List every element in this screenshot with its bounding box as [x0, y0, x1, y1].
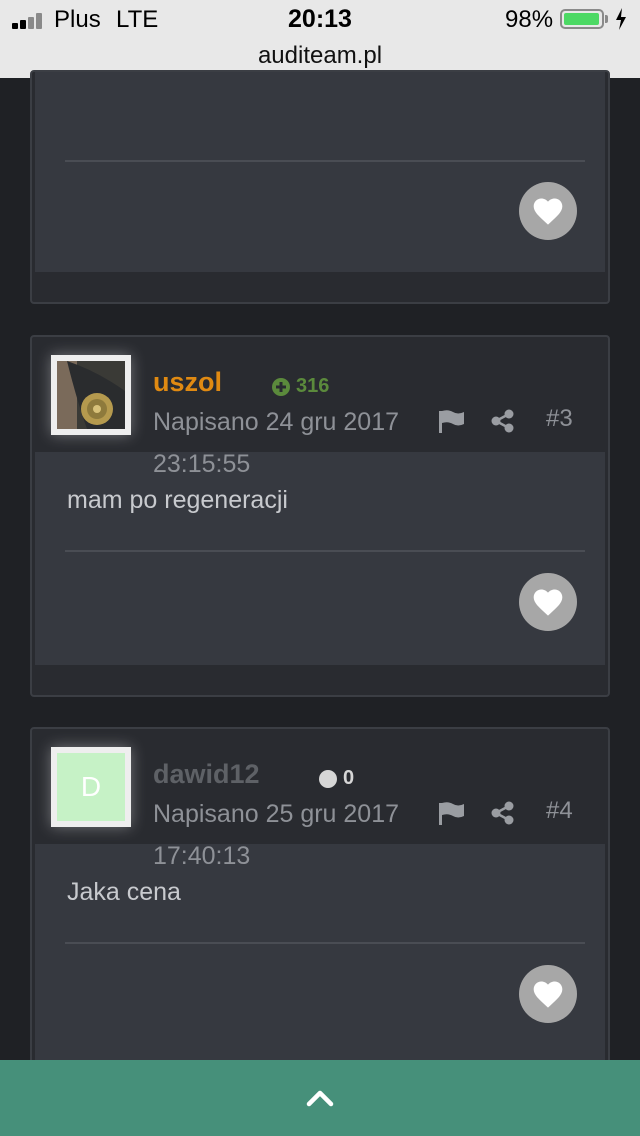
reputation-count: 316	[296, 375, 330, 397]
battery-tip	[605, 15, 608, 23]
charging-icon	[616, 8, 626, 30]
avatar-letter-box: D	[57, 753, 125, 821]
post-date: Napisano 24 gru 2017 23:15:55	[153, 401, 423, 485]
username[interactable]: dawid12	[153, 759, 260, 790]
reputation: 0	[319, 767, 354, 790]
status-bar: Plus LTE 20:13 98% auditeam.pl	[0, 0, 640, 78]
heart-icon	[533, 589, 563, 616]
battery-icon	[560, 9, 604, 29]
post-date-line1: Napisano 25 gru 2017	[153, 800, 400, 828]
post-content: mam po regeneracji	[67, 486, 288, 514]
post-body	[35, 72, 605, 272]
post-number[interactable]: #3	[546, 405, 573, 433]
post-content: Jaka cena	[67, 878, 181, 906]
flag-icon[interactable]	[438, 801, 466, 825]
username[interactable]: uszol	[153, 367, 222, 398]
post-date-line2: 17:40:13	[153, 842, 251, 870]
post-divider	[65, 550, 585, 552]
battery-percent: 98%	[505, 6, 554, 33]
flag-icon[interactable]	[438, 409, 466, 433]
scroll-to-top-bar[interactable]	[0, 1060, 640, 1136]
avatar-photo	[57, 361, 125, 429]
heart-icon	[533, 981, 563, 1008]
post-date-line2: 23:15:55	[153, 450, 251, 478]
post-number[interactable]: #4	[546, 797, 573, 825]
post-date: Napisano 25 gru 2017 17:40:13	[153, 793, 423, 877]
url-bar[interactable]: auditeam.pl	[0, 42, 640, 70]
reputation-count: 0	[343, 767, 355, 789]
share-icon[interactable]	[490, 801, 516, 825]
like-button[interactable]	[519, 182, 577, 240]
avatar-letter: D	[80, 771, 102, 802]
like-button[interactable]	[519, 573, 577, 631]
neutral-dot-icon	[319, 769, 337, 788]
post-body: Jaka cena	[35, 844, 605, 1084]
avatar[interactable]	[51, 355, 131, 435]
post-card	[30, 70, 610, 304]
post-date-line1: Napisano 24 gru 2017	[153, 408, 400, 436]
battery-fill	[564, 13, 600, 25]
chevron-up-icon	[306, 1090, 334, 1107]
heart-icon	[533, 198, 563, 225]
reputation: 316	[272, 375, 329, 398]
share-icon[interactable]	[490, 409, 516, 433]
post-card: D dawid12 0 Jaka cena Napisano 25 gru 20…	[30, 727, 610, 1107]
avatar[interactable]: D	[51, 747, 131, 827]
post-card: uszol 316 mam po regeneracji Napisano 24…	[30, 335, 610, 697]
post-divider	[65, 160, 585, 162]
plus-circle-icon	[272, 377, 290, 396]
like-button[interactable]	[519, 965, 577, 1023]
post-divider	[65, 942, 585, 944]
